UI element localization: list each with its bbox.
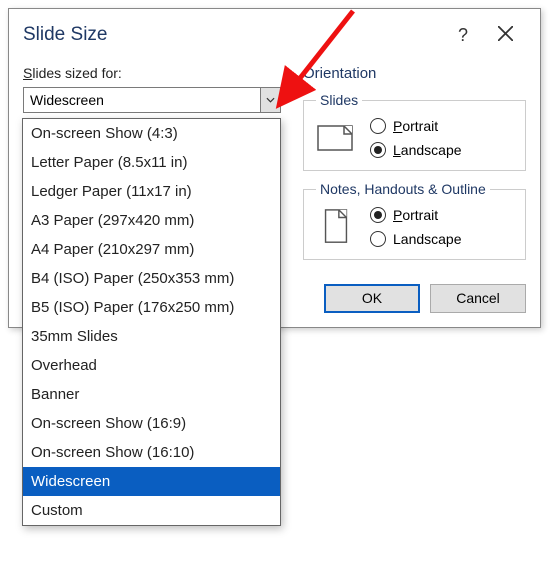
- dropdown-option[interactable]: Custom: [23, 496, 280, 525]
- notes-orientation-group: Notes, Handouts & Outline Portrait: [303, 181, 526, 260]
- orientation-section: Orientation Slides Portrait: [303, 65, 526, 270]
- radio-icon: [370, 142, 386, 158]
- slides-landscape-radio[interactable]: Landscape: [370, 142, 462, 158]
- radio-icon: [370, 231, 386, 247]
- slides-legend: Slides: [316, 92, 362, 108]
- dropdown-option[interactable]: Banner: [23, 380, 280, 409]
- cancel-button[interactable]: Cancel: [430, 284, 526, 313]
- radio-icon: [370, 118, 386, 134]
- dropdown-option[interactable]: Widescreen: [23, 467, 280, 496]
- dropdown-option[interactable]: On-screen Show (16:10): [23, 438, 280, 467]
- radio-label: Portrait: [393, 118, 438, 134]
- slides-sized-for-dropdown[interactable]: On-screen Show (4:3)Letter Paper (8.5x11…: [22, 118, 281, 526]
- notes-portrait-radio[interactable]: Portrait: [370, 207, 462, 223]
- radio-label: Landscape: [393, 231, 462, 247]
- combobox-dropdown-button[interactable]: [260, 88, 280, 112]
- dropdown-option[interactable]: On-screen Show (16:9): [23, 409, 280, 438]
- close-button[interactable]: [484, 25, 526, 46]
- dropdown-option[interactable]: On-screen Show (4:3): [23, 119, 280, 148]
- dialog-title: Slide Size: [23, 24, 442, 46]
- notes-landscape-radio[interactable]: Landscape: [370, 231, 462, 247]
- page-landscape-icon: [316, 119, 356, 157]
- page-portrait-icon: [316, 208, 356, 246]
- dropdown-option[interactable]: Overhead: [23, 351, 280, 380]
- dropdown-option[interactable]: Ledger Paper (11x17 in): [23, 177, 280, 206]
- dropdown-option[interactable]: 35mm Slides: [23, 322, 280, 351]
- radio-label: Landscape: [393, 142, 462, 158]
- dropdown-option[interactable]: Letter Paper (8.5x11 in): [23, 148, 280, 177]
- close-icon: [498, 26, 513, 41]
- help-button[interactable]: ?: [442, 25, 484, 46]
- ok-button[interactable]: OK: [324, 284, 420, 313]
- dropdown-option[interactable]: A4 Paper (210x297 mm): [23, 235, 280, 264]
- notes-legend: Notes, Handouts & Outline: [316, 181, 490, 197]
- radio-icon: [370, 207, 386, 223]
- slides-portrait-radio[interactable]: Portrait: [370, 118, 462, 134]
- title-bar: Slide Size ?: [9, 9, 540, 57]
- slides-orientation-group: Slides Portrait: [303, 92, 526, 171]
- slides-sized-for-label: Slides sized for:: [23, 65, 283, 81]
- dropdown-option[interactable]: B4 (ISO) Paper (250x353 mm): [23, 264, 280, 293]
- chevron-down-icon: [266, 97, 275, 103]
- dropdown-option[interactable]: B5 (ISO) Paper (176x250 mm): [23, 293, 280, 322]
- combobox-value: Widescreen: [24, 92, 260, 108]
- slides-sized-for-combobox[interactable]: Widescreen: [23, 87, 281, 113]
- dropdown-option[interactable]: A3 Paper (297x420 mm): [23, 206, 280, 235]
- orientation-heading: Orientation: [303, 65, 526, 82]
- radio-label: Portrait: [393, 207, 438, 223]
